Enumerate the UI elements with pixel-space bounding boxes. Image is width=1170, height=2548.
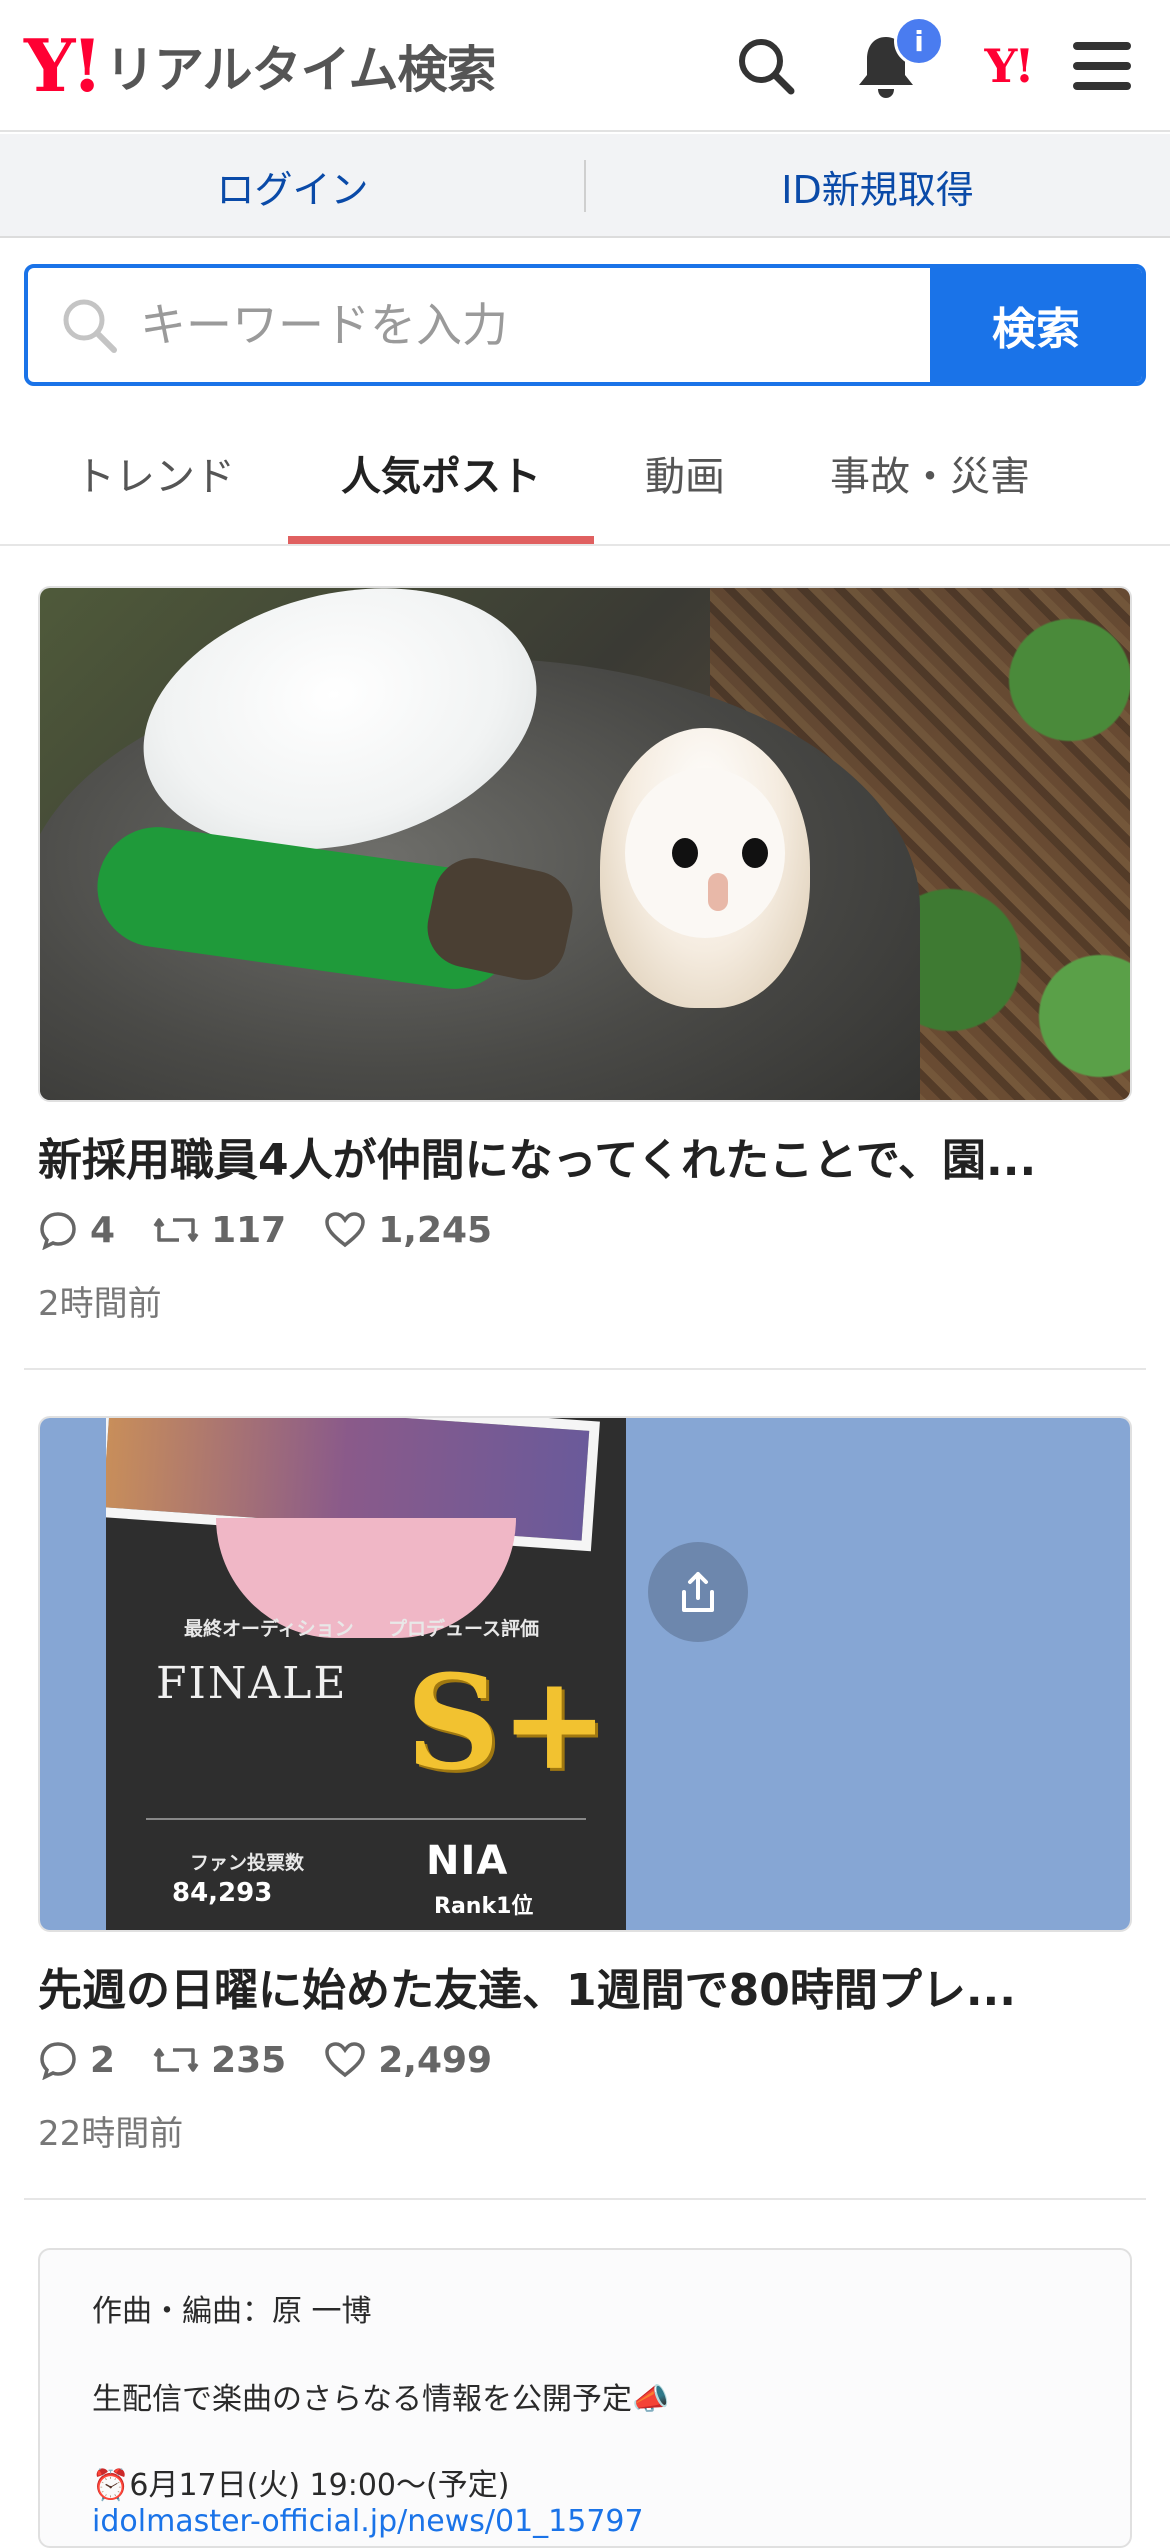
yahoo-mark: Y! <box>984 39 1034 93</box>
idol-result-image: 最終オーディション プロデュース評価 FINALE S+ ファン投票数 84,2… <box>106 1418 626 1930</box>
search-form: 検索 <box>24 264 1146 386</box>
repost-icon <box>153 2048 199 2072</box>
reply-count: 2 <box>38 2040 115 2081</box>
share-button[interactable] <box>648 1542 748 1642</box>
active-tab-indicator <box>288 536 594 544</box>
repost-icon <box>153 1218 199 1242</box>
owl-photo <box>40 588 1130 1100</box>
post-text-line: 作曲・編曲：原 一博 <box>92 2294 372 2329</box>
reply-icon <box>40 1212 76 1250</box>
post-image-idol[interactable]: 最終オーディション プロデュース評価 FINALE S+ ファン投票数 84,2… <box>38 1416 1132 1932</box>
fan-votes-value: 84,293 <box>172 1878 273 1908</box>
app-header: Y! リアルタイム検索 i Y! <box>0 0 1170 132</box>
like-count: 1,245 <box>324 1210 492 1251</box>
post-title[interactable]: 先週の日曜に始めた友達、1週間で80時間プレ... <box>38 1954 1132 2018</box>
post-stats: 2 235 2,499 <box>38 2032 530 2088</box>
share-icon <box>682 1572 714 1612</box>
fan-votes-label: ファン投票数 <box>190 1852 305 1874</box>
register-link[interactable]: ID新規取得 <box>585 134 1170 238</box>
search-button[interactable]: 検索 <box>930 268 1142 382</box>
post-time: 2時間前 <box>38 1284 162 1324</box>
login-link[interactable]: ログイン <box>0 134 585 238</box>
post-text-line: 生配信で楽曲のさらなる情報を公開予定📣 <box>92 2382 670 2417</box>
grade-text: S+ <box>406 1646 609 1799</box>
search-field-icon <box>63 299 117 353</box>
tab-video[interactable]: 動画 <box>610 400 760 546</box>
post-time: 22時間前 <box>38 2114 184 2154</box>
post-link[interactable]: idolmaster-official.jp/news/01_15797 <box>92 2504 644 2539</box>
yahoo-logo-mark: Y! <box>24 23 103 108</box>
tab-accidents-disasters[interactable]: 事故・災害 <box>790 400 1070 546</box>
tab-trend[interactable]: トレンド <box>40 400 270 546</box>
card-divider <box>24 2198 1146 2200</box>
yahoo-home-icon[interactable]: Y! <box>966 30 1050 102</box>
finale-text: FINALE <box>156 1658 348 1709</box>
notification-badge: i <box>894 16 944 66</box>
hamburger-menu-icon[interactable] <box>1066 30 1138 102</box>
post-text-line: ⏰6月17日(火) 19:00〜(予定) <box>92 2468 510 2503</box>
reply-icon <box>40 2042 76 2080</box>
tab-popular-posts[interactable]: 人気ポスト <box>288 400 594 546</box>
post-stats: 4 117 1,245 <box>38 1202 530 1258</box>
like-count: 2,499 <box>324 2040 492 2081</box>
search-input[interactable] <box>140 268 950 382</box>
repost-count: 117 <box>153 1210 286 1251</box>
search-icon[interactable] <box>730 30 802 102</box>
heart-icon <box>325 1212 365 1248</box>
heart-icon <box>325 2042 365 2078</box>
repost-count: 235 <box>153 2040 286 2081</box>
logo-title: リアルタイム検索 <box>105 41 496 99</box>
rank-text: Rank1位 <box>434 1894 534 1919</box>
yahoo-realtime-logo[interactable]: Y! リアルタイム検索 <box>24 23 497 108</box>
card-divider <box>24 1368 1146 1370</box>
produce-eval-label: プロデュース評価 <box>388 1618 540 1640</box>
category-tabs: トレンド 人気ポスト 動画 事故・災害 <box>0 400 1170 546</box>
final-audition-label: 最終オーディション <box>184 1618 354 1640</box>
post-image-text[interactable]: 作曲・編曲：原 一博 生配信で楽曲のさらなる情報を公開予定📣 ⏰6月17日(火)… <box>38 2248 1132 2548</box>
nia-text: NIA <box>426 1838 509 1884</box>
auth-bar: ログイン ID新規取得 <box>0 134 1170 238</box>
post-image-owl[interactable] <box>38 586 1132 1102</box>
reply-count: 4 <box>38 1210 115 1251</box>
post-title[interactable]: 新採用職員4人が仲間になってくれたことで、園... <box>38 1124 1132 1188</box>
